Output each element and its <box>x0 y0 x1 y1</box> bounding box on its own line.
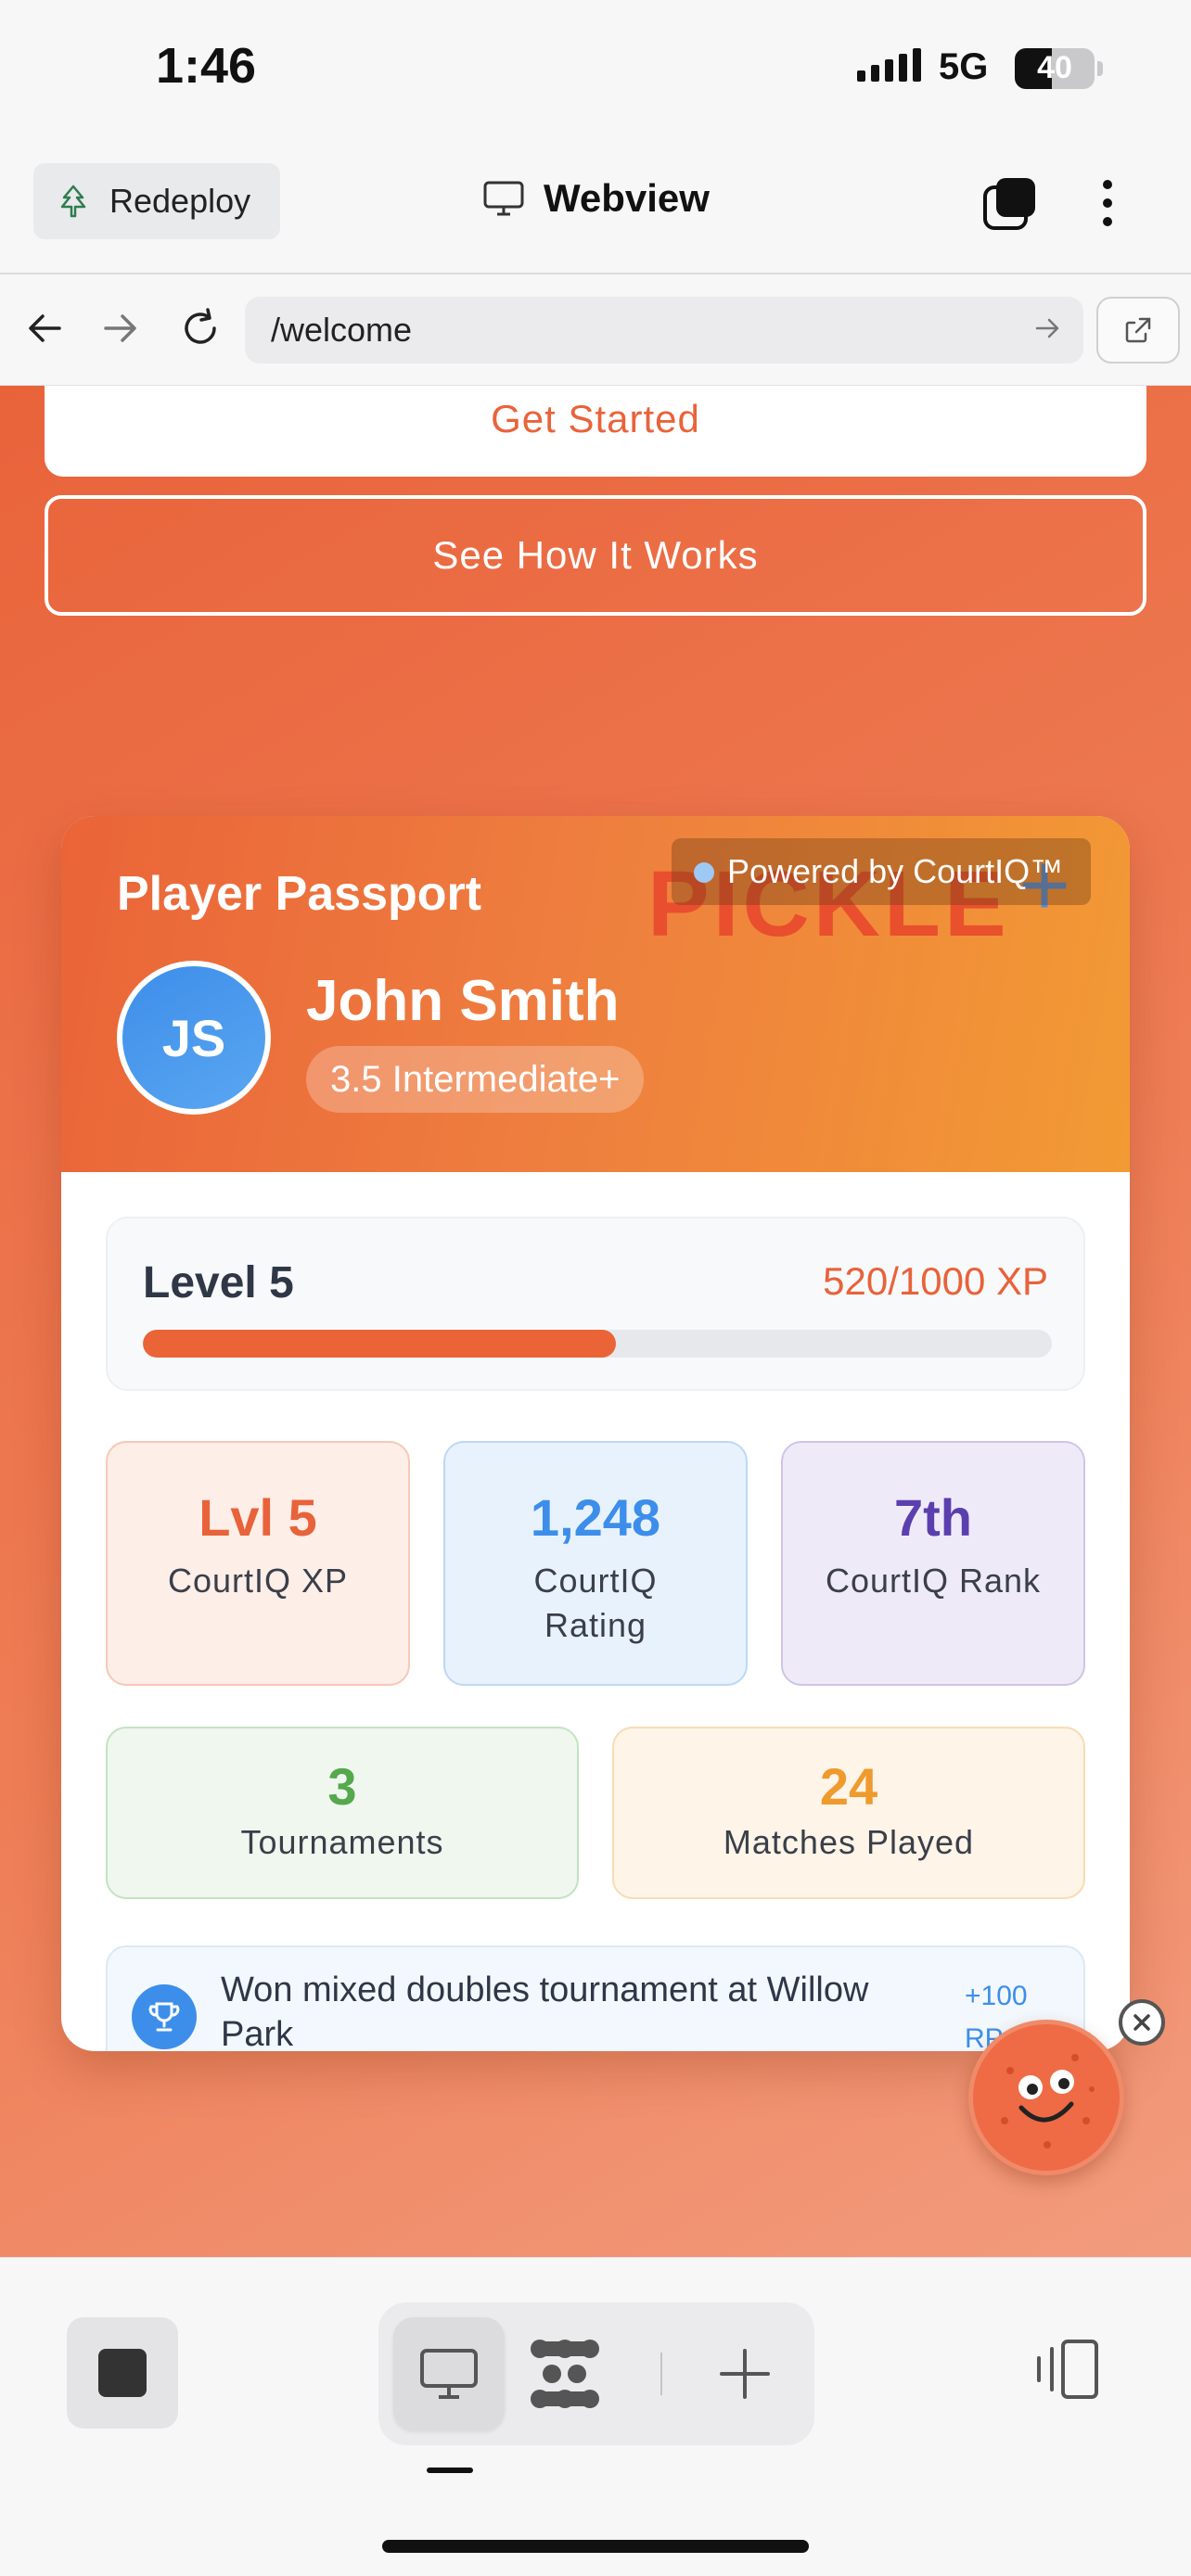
skill-badge: 3.5 Intermediate+ <box>306 1046 645 1113</box>
get-started-button[interactable]: Get Started <box>45 386 1146 477</box>
stat-label: Matches Played <box>723 1823 975 1861</box>
signal-icon <box>857 48 921 82</box>
active-indicator <box>427 2468 473 2473</box>
plus-icon[interactable] <box>714 2343 775 2404</box>
side-panel-icon[interactable] <box>1031 2338 1102 2401</box>
kebab-icon[interactable] <box>1095 174 1121 232</box>
powered-by-badge: Powered by CourtIQ™ <box>672 838 1092 905</box>
level-label: Level 5 <box>143 1258 294 1307</box>
app-bar: Redeploy Webview <box>0 148 1191 274</box>
stat-label: Tournaments <box>240 1823 444 1861</box>
stat-value: Lvl 5 <box>198 1488 317 1547</box>
tabs-icon[interactable] <box>981 174 1039 232</box>
avatar-initials: JS <box>161 1008 226 1067</box>
desktop-icon[interactable] <box>393 2317 505 2430</box>
go-arrow-icon[interactable] <box>1033 313 1063 343</box>
webview-label: Webview <box>544 176 710 220</box>
mascot-button[interactable] <box>968 2020 1124 2175</box>
battery-level: 40 <box>1037 50 1072 85</box>
home-indicator <box>382 2540 809 2553</box>
stat-card-xp: Lvl 5 CourtIQ XP <box>106 1441 410 1686</box>
xp-text: 520/1000 XP <box>823 1259 1048 1303</box>
stop-icon[interactable] <box>67 2317 178 2429</box>
battery-icon: 40 <box>1015 48 1103 89</box>
network-type: 5G <box>939 46 989 87</box>
grid-icon[interactable] <box>527 2336 603 2412</box>
status-dot-icon <box>694 862 714 883</box>
see-how-it-works-button[interactable]: See How It Works <box>45 495 1146 616</box>
activity-text: Won mixed doubles tournament at Willow P… <box>221 1970 869 2051</box>
reload-icon[interactable] <box>173 300 228 356</box>
powered-by-text: Powered by CourtIQ™ <box>727 852 1064 890</box>
xp-progress-bar <box>143 1330 1052 1358</box>
stat-card-rank: 7th CourtIQ Rank <box>781 1441 1085 1686</box>
avatar: JS <box>117 961 271 1115</box>
player-name: John Smith <box>306 969 620 1033</box>
bottom-toolbar <box>0 2257 1191 2576</box>
browser-bar: /welcome <box>0 276 1191 386</box>
webview-content: Get Started See How It Works Player Pass… <box>0 386 1191 2257</box>
close-icon[interactable] <box>1119 1999 1165 2046</box>
passport-title: Player Passport <box>117 867 482 921</box>
redeploy-label: Redeploy <box>109 182 251 220</box>
stat-label: CourtIQ Rating <box>533 1562 658 1644</box>
forward-icon[interactable] <box>93 300 148 356</box>
webview-title: Webview <box>482 176 710 221</box>
stat-label: CourtIQ XP <box>167 1562 349 1600</box>
stat-value: 3 <box>327 1757 357 1816</box>
passport-header: Player Passport PICKLE + Powered by Cour… <box>61 816 1130 1172</box>
stat-card-rating: 1,248 CourtIQ Rating <box>443 1441 748 1686</box>
view-switcher <box>378 2302 814 2445</box>
back-icon[interactable] <box>17 300 72 356</box>
activity-item[interactable]: Won mixed doubles tournament at Willow P… <box>106 1945 1085 2051</box>
stat-value: 24 <box>819 1757 878 1816</box>
stat-card-tournaments: 3 Tournaments <box>106 1727 579 1899</box>
stat-card-matches: 24 Matches Played <box>612 1727 1085 1899</box>
redeploy-button[interactable]: Redeploy <box>33 163 280 239</box>
stat-value: 7th <box>894 1488 972 1547</box>
tree-icon <box>60 185 86 218</box>
level-progress-box: Level 5 520/1000 XP <box>106 1217 1085 1391</box>
url-text: /welcome <box>271 311 413 349</box>
xp-progress-fill <box>143 1330 616 1358</box>
monitor-icon <box>483 181 524 216</box>
external-link-icon[interactable] <box>1096 297 1180 363</box>
status-time: 1:46 <box>156 38 257 94</box>
stat-value: 1,248 <box>530 1488 661 1547</box>
stat-label: CourtIQ Rank <box>825 1562 1042 1600</box>
url-field[interactable]: /welcome <box>245 297 1083 363</box>
status-bar: 1:46 5G 40 <box>0 0 1191 148</box>
trophy-icon <box>132 1984 197 2049</box>
segment-divider <box>660 2353 662 2395</box>
player-passport-card: Player Passport PICKLE + Powered by Cour… <box>61 816 1130 2051</box>
